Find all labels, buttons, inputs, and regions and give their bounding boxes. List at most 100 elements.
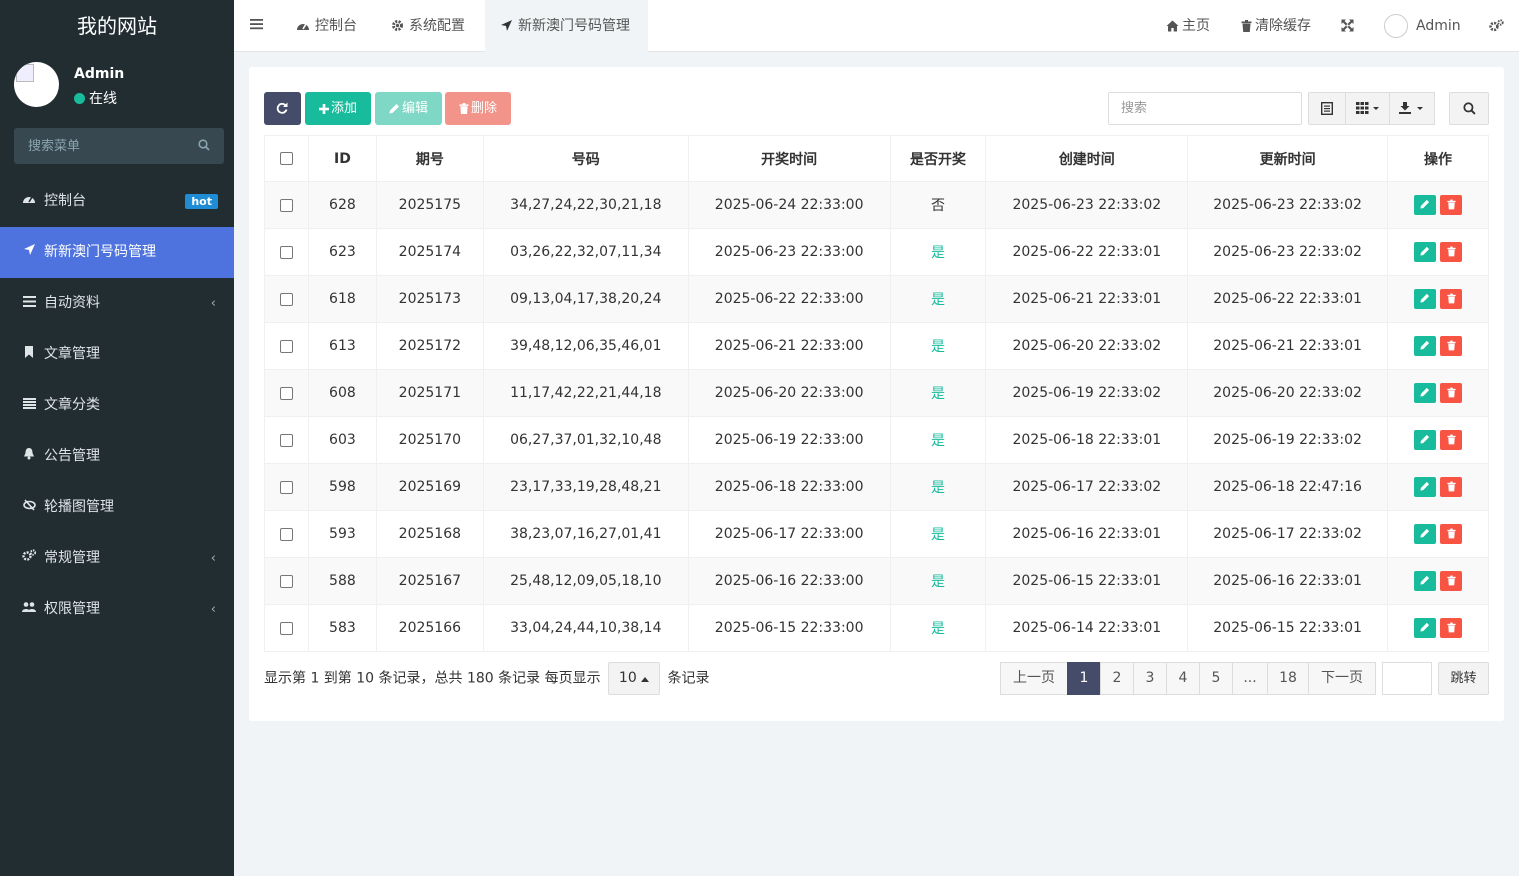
row-actions-cell [1387, 604, 1489, 652]
row-actions-cell [1387, 557, 1489, 605]
sidebar-item-dashboard[interactable]: 控制台 hot [0, 176, 234, 227]
cell-created: 2025-06-20 22:33:02 [985, 322, 1189, 370]
add-button[interactable]: 添加 [305, 92, 371, 125]
clear-cache-link[interactable]: 清除缓存 [1241, 0, 1311, 52]
cell-drawn: 是 [889, 604, 987, 652]
tab-lottery[interactable]: 新新澳门号码管理 [485, 0, 648, 52]
row-checkbox[interactable] [279, 292, 293, 306]
prev-page-button[interactable]: 上一页 [1000, 662, 1068, 695]
row-delete-button[interactable] [1440, 618, 1463, 638]
cell-numbers: 03,26,22,32,07,11,34 [482, 228, 689, 276]
row-checkbox[interactable] [279, 386, 293, 400]
table-search-input[interactable] [1109, 93, 1299, 124]
row-edit-button[interactable] [1414, 524, 1437, 544]
menu-search-input[interactable] [14, 128, 184, 164]
row-edit-button[interactable] [1414, 618, 1437, 638]
row-delete-button[interactable] [1440, 195, 1463, 215]
row-edit-button[interactable] [1414, 477, 1437, 497]
fullscreen-icon[interactable] [1341, 0, 1357, 52]
menu-toggle-icon[interactable] [250, 18, 263, 34]
row-checkbox[interactable] [279, 480, 293, 494]
col-updated[interactable]: 更新时间 [1187, 135, 1389, 182]
pencil-icon [1420, 434, 1430, 444]
row-checkbox[interactable] [279, 245, 293, 259]
page-button[interactable]: 3 [1133, 662, 1167, 695]
sidebar-item-categories[interactable]: 文章分类 [0, 380, 234, 431]
col-drawn[interactable]: 是否开奖 [889, 135, 987, 182]
row-edit-button[interactable] [1414, 195, 1437, 215]
col-numbers[interactable]: 号码 [482, 135, 689, 182]
row-delete-button[interactable] [1440, 289, 1463, 309]
tab-dashboard[interactable]: 控制台 [296, 0, 357, 52]
col-issue[interactable]: 期号 [375, 135, 484, 182]
row-delete-button[interactable] [1440, 477, 1463, 497]
row-checkbox[interactable] [279, 527, 293, 541]
search-button[interactable] [1449, 92, 1489, 125]
list-alt-icon [1320, 101, 1334, 116]
settings-cogs-icon[interactable] [1489, 0, 1507, 52]
tab-system-config[interactable]: 系统配置 [391, 0, 465, 52]
row-edit-button[interactable] [1414, 336, 1437, 356]
trash-icon [1446, 481, 1456, 492]
cell-issue: 2025169 [375, 463, 484, 511]
row-edit-button[interactable] [1414, 289, 1437, 309]
export-dropdown[interactable] [1389, 92, 1435, 125]
page-button[interactable]: 18 [1267, 662, 1309, 695]
page-size-select[interactable]: 10 [608, 662, 661, 695]
row-delete-button[interactable] [1440, 242, 1463, 262]
row-delete-button[interactable] [1440, 524, 1463, 544]
row-edit-button[interactable] [1414, 383, 1437, 403]
edit-button[interactable]: 编辑 [375, 92, 442, 125]
page-button[interactable]: 1 [1067, 662, 1101, 695]
row-delete-button[interactable] [1440, 571, 1463, 591]
columns-dropdown[interactable] [1345, 92, 1390, 125]
sidebar-item-carousel[interactable]: 轮播图管理 [0, 482, 234, 533]
cell-draw-time: 2025-06-16 22:33:00 [687, 557, 891, 605]
row-delete-button[interactable] [1440, 336, 1463, 356]
col-created[interactable]: 创建时间 [985, 135, 1189, 182]
page-button[interactable]: 5 [1199, 662, 1233, 695]
site-logo[interactable]: 我的网站 [0, 0, 234, 52]
sidebar-item-lottery[interactable]: 新新澳门号码管理 [0, 227, 234, 278]
sidebar-item-general[interactable]: 常规管理 ‹ [0, 533, 234, 584]
cell-drawn: 是 [889, 275, 987, 323]
row-edit-button[interactable] [1414, 430, 1437, 450]
sidebar-item-articles[interactable]: 文章管理 [0, 329, 234, 380]
pencil-icon [1420, 575, 1430, 585]
delete-button[interactable]: 删除 [445, 92, 511, 125]
jump-button[interactable]: 跳转 [1438, 662, 1489, 695]
sidebar-item-permissions[interactable]: 权限管理 ‹ [0, 584, 234, 635]
next-page-button[interactable]: 下一页 [1308, 662, 1376, 695]
home-link[interactable]: 主页 [1166, 0, 1210, 52]
cell-draw-time: 2025-06-18 22:33:00 [687, 463, 891, 511]
sidebar-item-auto-data[interactable]: 自动资料 ‹ [0, 278, 234, 329]
page-button[interactable]: 4 [1166, 662, 1200, 695]
row-checkbox[interactable] [279, 433, 293, 447]
row-checkbox[interactable] [279, 339, 293, 353]
admin-menu[interactable]: Admin [1384, 0, 1461, 52]
row-edit-button[interactable] [1414, 242, 1437, 262]
row-select-cell [264, 322, 309, 370]
plus-icon [318, 104, 329, 114]
send-icon [501, 20, 512, 31]
col-id[interactable]: ID [307, 135, 377, 182]
row-delete-button[interactable] [1440, 430, 1463, 450]
row-edit-button[interactable] [1414, 571, 1437, 591]
page-button[interactable]: 2 [1100, 662, 1134, 695]
sidebar-item-announcements[interactable]: 公告管理 [0, 431, 234, 482]
row-checkbox[interactable] [279, 198, 293, 212]
row-checkbox[interactable] [279, 621, 293, 635]
pencil-icon [1420, 528, 1430, 538]
jump-page-input[interactable] [1382, 662, 1432, 695]
col-draw-time[interactable]: 开奖时间 [687, 135, 891, 182]
toggle-view-button[interactable] [1308, 92, 1346, 125]
trash-icon [1446, 575, 1456, 586]
cell-draw-time: 2025-06-21 22:33:00 [687, 322, 891, 370]
row-checkbox[interactable] [279, 574, 293, 588]
cell-issue: 2025168 [375, 510, 484, 558]
refresh-button[interactable] [264, 92, 301, 125]
search-icon[interactable] [198, 139, 210, 155]
hot-badge: hot [185, 194, 218, 209]
row-delete-button[interactable] [1440, 383, 1463, 403]
select-all-checkbox[interactable] [279, 152, 293, 165]
